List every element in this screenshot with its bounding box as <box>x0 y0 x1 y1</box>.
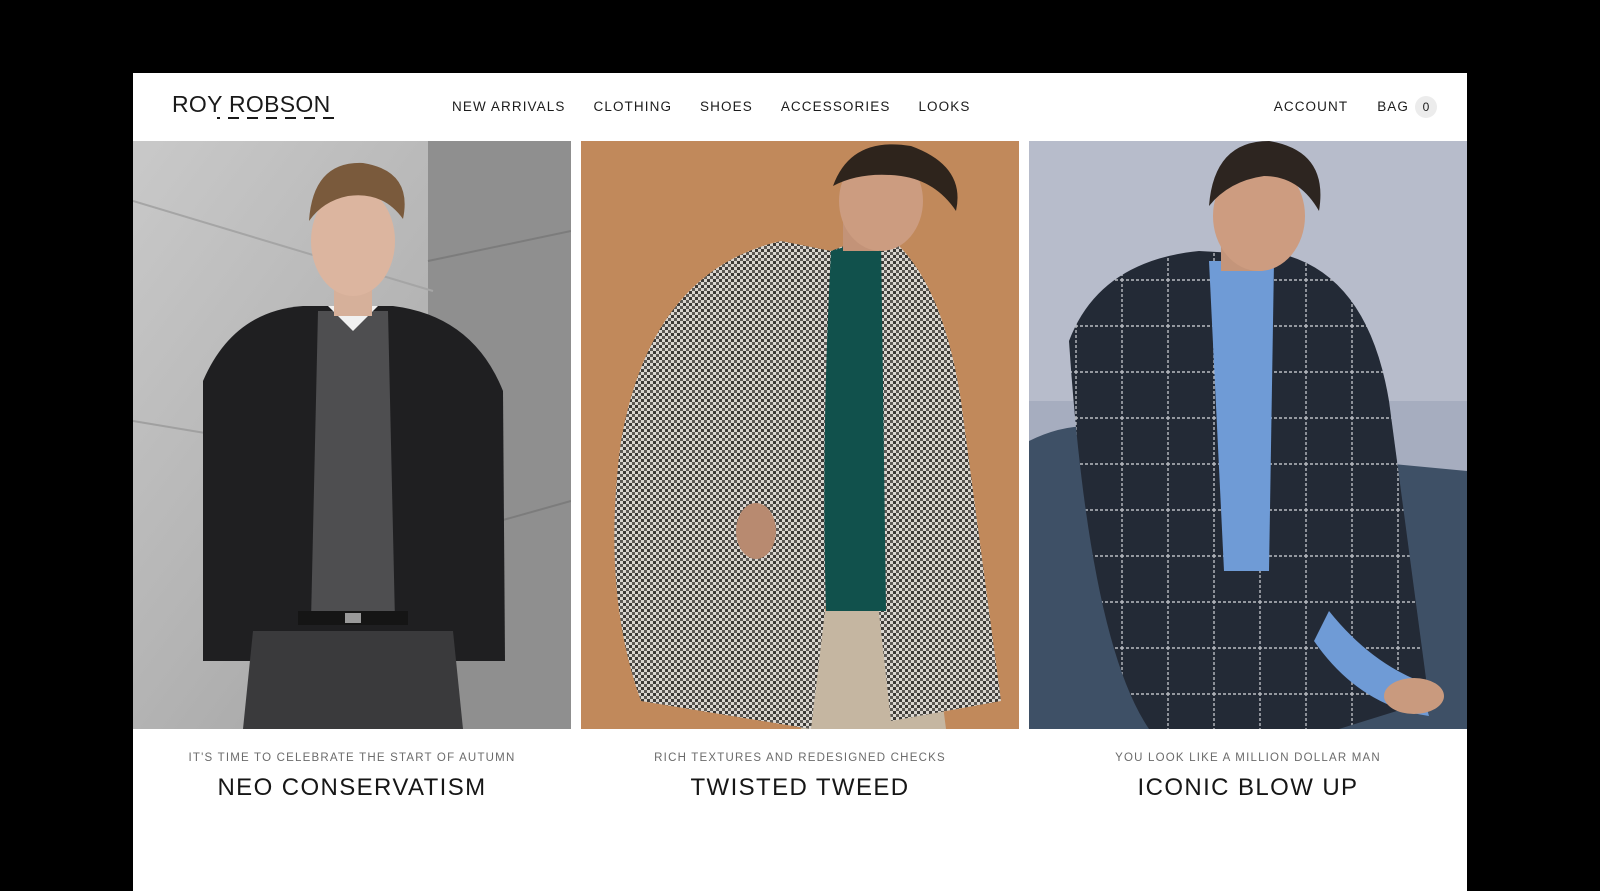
main-nav: NEW ARRIVALS CLOTHING SHOES ACCESSORIES … <box>452 99 998 115</box>
look-panel-neo-conservatism[interactable]: IT'S TIME TO CELEBRATE THE START OF AUTU… <box>133 141 571 891</box>
look-panels: IT'S TIME TO CELEBRATE THE START OF AUTU… <box>133 141 1467 891</box>
look-title[interactable]: TWISTED TWEED <box>581 774 1019 802</box>
look-title[interactable]: NEO CONSERVATISM <box>133 774 571 802</box>
nav-item-shoes[interactable]: SHOES <box>700 99 753 115</box>
utility-nav: ACCOUNT BAG 0 <box>1274 95 1437 119</box>
look-kicker: IT'S TIME TO CELEBRATE THE START OF AUTU… <box>188 752 516 764</box>
bag-count-badge: 0 <box>1415 96 1437 118</box>
look-photo[interactable] <box>581 141 1019 729</box>
site-header: ROY ROBSON NEW ARRIVALS CLOTHING SHOES A… <box>133 73 1467 141</box>
account-link[interactable]: ACCOUNT <box>1274 95 1348 119</box>
look-panel-twisted-tweed[interactable]: RICH TEXTURES AND REDESIGNED CHECKS TWIS… <box>581 141 1019 891</box>
bag-button[interactable]: BAG 0 <box>1377 95 1437 119</box>
nav-item-new-arrivals[interactable]: NEW ARRIVALS <box>452 99 565 115</box>
look-title[interactable]: ICONIC BLOW UP <box>1029 774 1467 802</box>
look-photo[interactable] <box>133 141 571 729</box>
nav-item-accessories[interactable]: ACCESSORIES <box>781 99 891 115</box>
brand-logo-wordmark: ROY ROBSON <box>172 91 331 117</box>
look-photo-illustration <box>133 141 571 729</box>
look-caption: IT'S TIME TO CELEBRATE THE START OF AUTU… <box>133 729 571 802</box>
look-kicker: YOU LOOK LIKE A MILLION DOLLAR MAN <box>1115 752 1381 764</box>
nav-item-looks[interactable]: LOOKS <box>918 99 970 115</box>
nav-item-clothing[interactable]: CLOTHING <box>593 99 672 115</box>
look-caption: RICH TEXTURES AND REDESIGNED CHECKS TWIS… <box>581 729 1019 802</box>
look-kicker: RICH TEXTURES AND REDESIGNED CHECKS <box>654 752 946 764</box>
look-panel-iconic-blow-up[interactable]: YOU LOOK LIKE A MILLION DOLLAR MAN ICONI… <box>1029 141 1467 891</box>
brand-logo[interactable]: ROY ROBSON <box>172 92 354 122</box>
bag-label: BAG <box>1377 99 1409 114</box>
look-caption: YOU LOOK LIKE A MILLION DOLLAR MAN ICONI… <box>1029 729 1467 802</box>
look-photo-illustration <box>581 141 1019 729</box>
site-frame: ROY ROBSON NEW ARRIVALS CLOTHING SHOES A… <box>133 73 1467 891</box>
look-photo-illustration <box>1029 141 1467 729</box>
brand-logo-underline <box>217 117 334 119</box>
look-photo[interactable] <box>1029 141 1467 729</box>
